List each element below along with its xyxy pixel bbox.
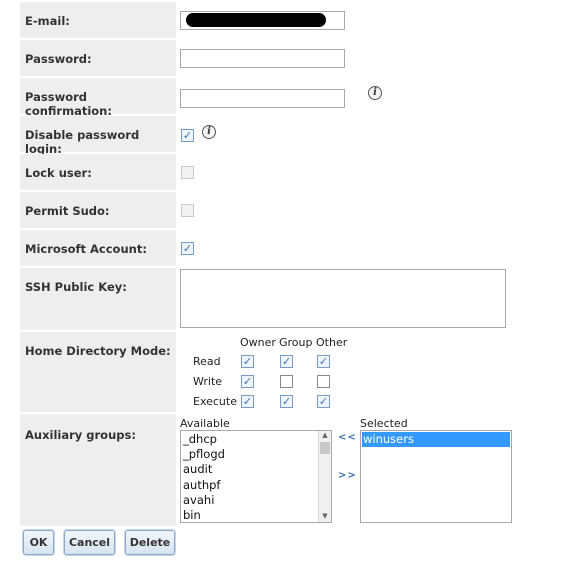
password-label: Password: xyxy=(25,52,92,66)
available-group-item[interactable]: _dhcp xyxy=(183,432,217,447)
aux-groups-label: Auxiliary groups: xyxy=(25,428,136,442)
microsoft-account-label: Microsoft Account: xyxy=(25,242,147,256)
ok-button[interactable]: OK xyxy=(23,530,54,555)
move-right-button[interactable]: >> xyxy=(338,470,357,481)
available-group-item[interactable]: authpf xyxy=(183,478,220,493)
ssh-key-label-cell: SSH Public Key: xyxy=(20,268,176,330)
email-field[interactable] xyxy=(180,11,345,30)
password-confirm-field[interactable] xyxy=(180,89,345,108)
mode-row-write: Write xyxy=(193,375,223,388)
home-dir-mode-label-cell: Home Directory Mode: xyxy=(20,332,176,412)
disable-password-info-icon[interactable]: i xyxy=(202,125,216,139)
available-group-item[interactable]: avahi xyxy=(183,493,214,508)
mode-row-execute: Execute xyxy=(193,395,237,408)
mode-other-execute-checkbox[interactable]: ✓ xyxy=(317,395,330,408)
permit-sudo-label: Permit Sudo: xyxy=(25,204,110,218)
selected-groups-list[interactable]: winusers xyxy=(360,430,512,523)
mode-other-write-checkbox[interactable] xyxy=(317,375,330,388)
ssh-key-textarea[interactable] xyxy=(180,269,506,328)
lock-user-checkbox[interactable] xyxy=(181,166,194,179)
home-dir-mode-label: Home Directory Mode: xyxy=(25,344,171,358)
ssh-key-label: SSH Public Key: xyxy=(25,280,127,294)
scroll-down-icon[interactable]: ▼ xyxy=(319,512,331,522)
mode-group-execute-checkbox[interactable]: ✓ xyxy=(280,395,293,408)
permit-sudo-label-cell: Permit Sudo: xyxy=(20,192,176,228)
mode-col-group: Group xyxy=(279,336,313,349)
microsoft-account-checkbox[interactable]: ✓ xyxy=(181,242,194,255)
disable-password-label-cell: Disable password login: xyxy=(20,116,176,156)
mode-col-owner: Owner xyxy=(240,336,276,349)
password-field[interactable] xyxy=(180,49,345,68)
mode-col-other: Other xyxy=(316,336,348,349)
available-label: Available xyxy=(180,417,230,430)
available-group-item[interactable]: audit xyxy=(183,462,212,477)
available-group-item[interactable]: _pflogd xyxy=(183,447,225,462)
email-label: E-mail: xyxy=(25,14,70,28)
available-group-item[interactable]: bin xyxy=(183,508,201,522)
permit-sudo-checkbox[interactable] xyxy=(181,204,194,217)
move-left-button[interactable]: << xyxy=(338,432,357,443)
password-confirm-label: Password confirmation: xyxy=(25,90,112,118)
selected-label: Selected xyxy=(360,417,408,430)
lock-user-label: Lock user: xyxy=(25,166,92,180)
mode-group-read-checkbox[interactable]: ✓ xyxy=(280,355,293,368)
available-groups-list[interactable]: _dhcp _pflogd audit authpf avahi bin ▲ ▼ xyxy=(180,430,332,523)
password-label-cell: Password: xyxy=(20,40,176,76)
mode-owner-read-checkbox[interactable]: ✓ xyxy=(241,355,254,368)
mode-owner-write-checkbox[interactable]: ✓ xyxy=(241,375,254,388)
delete-button[interactable]: Delete xyxy=(125,530,175,555)
password-confirm-label-cell: Password confirmation: xyxy=(20,78,176,118)
aux-groups-label-cell: Auxiliary groups: xyxy=(20,414,176,526)
lock-user-label-cell: Lock user: xyxy=(20,154,176,190)
mode-group-write-checkbox[interactable] xyxy=(280,375,293,388)
mode-row-read: Read xyxy=(193,355,221,368)
redacted-email-value xyxy=(186,13,326,27)
selected-group-item[interactable]: winusers xyxy=(362,432,510,447)
scroll-up-icon[interactable]: ▲ xyxy=(319,431,331,441)
disable-password-label: Disable password login: xyxy=(25,128,140,156)
scroll-thumb[interactable] xyxy=(320,442,330,454)
password-info-icon[interactable]: i xyxy=(368,86,382,100)
cancel-button[interactable]: Cancel xyxy=(64,530,115,555)
email-label-cell: E-mail: xyxy=(20,2,176,38)
mode-owner-execute-checkbox[interactable]: ✓ xyxy=(241,395,254,408)
mode-other-read-checkbox[interactable]: ✓ xyxy=(317,355,330,368)
available-list-scrollbar[interactable]: ▲ ▼ xyxy=(318,431,331,522)
disable-password-checkbox[interactable]: ✓ xyxy=(181,129,194,142)
microsoft-account-label-cell: Microsoft Account: xyxy=(20,230,176,266)
